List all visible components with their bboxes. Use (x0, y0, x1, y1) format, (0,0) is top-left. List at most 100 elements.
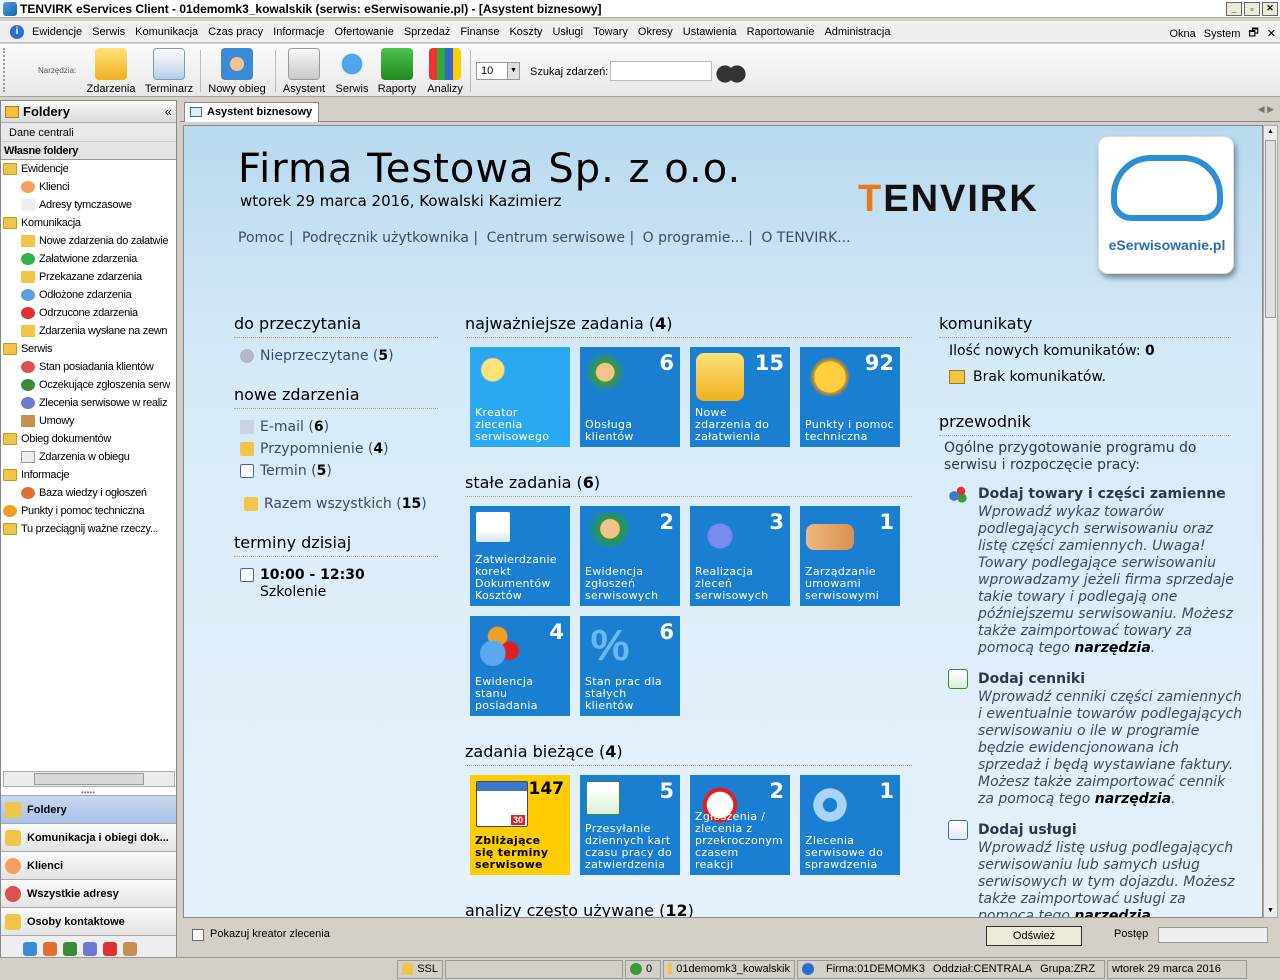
service-button[interactable]: Serwis (334, 48, 370, 95)
today-event[interactable]: 10:00 - 12:30 (240, 567, 365, 583)
menu-item[interactable]: Informacje (268, 26, 329, 38)
tree-item[interactable]: Zdarzenia w obiegu (21, 448, 130, 466)
tile-daily-time-cards[interactable]: 5 Przesyłanie dziennych kart czasu pracy… (580, 775, 680, 875)
tile-customer-service[interactable]: 6 Obsługa klientów (580, 347, 680, 447)
refresh-icon[interactable] (63, 941, 77, 956)
tile-service-orders[interactable]: 3 Realizacja zleceń serwisowych (690, 506, 790, 606)
tile-orders-to-check[interactable]: 1 Zlecenia serwisowe do sprawdzenia (800, 775, 900, 875)
windows-menu[interactable]: Okna (1169, 28, 1195, 40)
menu-item[interactable]: Finanse (455, 26, 504, 38)
analysis-button[interactable]: Analizy (424, 48, 466, 95)
maximize-icon[interactable]: ▫ (1244, 1, 1260, 16)
system-menu[interactable]: System (1204, 28, 1241, 40)
tree-item[interactable]: Serwis (3, 340, 53, 358)
menu-item[interactable]: Administracja (819, 26, 895, 38)
refresh-button[interactable]: Odśwież (986, 926, 1082, 946)
tool-link[interactable]: narzędzia (1095, 791, 1171, 807)
tree-item[interactable]: Zdarzenia wysłane na zewn (21, 322, 168, 340)
about-link[interactable]: O programie... | (643, 230, 753, 246)
scroll-thumb[interactable] (1265, 140, 1276, 318)
menu-item[interactable]: Czas pracy (203, 26, 268, 38)
tree-item[interactable]: Obieg dokumentów (3, 430, 111, 448)
nav-communication[interactable]: Komunikacja i obiegi dok... (1, 823, 176, 851)
events-button[interactable]: Zdarzenia (86, 48, 136, 95)
menu-item[interactable]: Ustawienia (678, 26, 742, 38)
count-select[interactable]: 10 ▼ (476, 62, 520, 80)
email-item[interactable]: E-mail (6) (240, 419, 329, 435)
tool-link[interactable]: narzędzia (1074, 640, 1150, 656)
tree-item[interactable]: Umowy (21, 412, 74, 430)
binoculars-icon[interactable] (716, 56, 746, 86)
mdi-restore-icon[interactable]: 🗗 (1248, 24, 1258, 43)
about-tenvirk-link[interactable]: O TENVIRK... (761, 230, 850, 246)
menu-item[interactable]: Serwis (87, 26, 130, 38)
toolbar-grip[interactable] (3, 48, 7, 92)
tree-item[interactable]: Odrzucone zdarzenia (21, 304, 138, 322)
tree-item[interactable]: Baza wiedzy i ogłoszeń (21, 484, 147, 502)
scroll-thumb[interactable] (34, 773, 144, 785)
tree-item[interactable]: Oczekujące zgłoszenia serw (21, 376, 170, 394)
tile-possession-records[interactable]: 4 Ewidencja stanu posiadania (470, 616, 570, 716)
tile-service-wizard[interactable]: Kreator zlecenia serwisowego (470, 347, 570, 447)
tree-item[interactable]: Adresy tymczasowe (21, 196, 132, 214)
chevron-down-icon[interactable]: ▼ (507, 63, 519, 79)
tile-new-events[interactable]: 15 Nowe zdarzenia do załatwienia (690, 347, 790, 447)
reports-button[interactable]: Raporty (376, 48, 418, 95)
tree-item[interactable]: Zlecenia serwisowe w realiz (21, 394, 168, 412)
tile-upcoming-deadlines[interactable]: 30 147 Zbliżające się terminy serwisowe (470, 775, 570, 875)
new-flow-button[interactable]: Nowy obieg (206, 48, 268, 95)
checklist-icon[interactable] (103, 941, 117, 956)
search-events-input[interactable] (610, 61, 712, 81)
tile-service-contracts[interactable]: 1 Zarządzanie umowami serwisowymi (800, 506, 900, 606)
reminder-item[interactable]: Przypomnienie (4) (240, 441, 389, 457)
unread-item[interactable]: Nieprzeczytane (5) (240, 348, 394, 364)
menu-item[interactable]: Ewidencje (27, 26, 87, 38)
menu-item[interactable]: Raportowanie (742, 26, 820, 38)
menu-item[interactable]: Okresy (633, 26, 678, 38)
tree-item[interactable]: Klienci (21, 178, 70, 196)
term-item[interactable]: Termin (5) (240, 463, 332, 479)
total-item[interactable]: Razem wszystkich (15) (244, 496, 427, 512)
manual-link[interactable]: Podręcznik użytkownika | (302, 230, 478, 246)
mdi-close-icon[interactable]: ✕ (1267, 27, 1276, 40)
tree-item[interactable]: Załatwione zdarzenia (21, 250, 137, 268)
menu-item[interactable]: Komunikacja (130, 26, 203, 38)
menu-item[interactable]: Usługi (547, 26, 588, 38)
show-wizard-checkbox[interactable] (192, 929, 204, 941)
network-icon[interactable] (83, 941, 97, 956)
tree-item[interactable]: Przekazane zdarzenia (21, 268, 142, 286)
tree-item[interactable]: Odłożone zdarzenia (21, 286, 132, 304)
menu-item[interactable]: Ofertowanie (330, 26, 399, 38)
collapse-icon[interactable]: « (165, 104, 172, 119)
central-data-item[interactable]: Dane centrali (1, 123, 176, 142)
tile-reaction-time-exceeded[interactable]: 2 Zgłoszenia / zlecenia z przekroczonym … (690, 775, 790, 875)
close-icon[interactable]: ✕ (1262, 1, 1278, 16)
tools-icon[interactable] (43, 941, 57, 956)
own-folders-header[interactable]: Własne foldery (1, 142, 176, 160)
tree-item[interactable]: Informacje (3, 466, 70, 484)
tree-item[interactable]: Komunikacja (3, 214, 81, 232)
sidebar-hscroll[interactable] (3, 771, 175, 787)
menu-item[interactable]: Towary (588, 26, 633, 38)
tile-regular-clients-work[interactable]: % 6 Stan prac dla stałych klientów (580, 616, 680, 716)
tool-link[interactable]: narzędzia (1074, 908, 1150, 917)
nav-contacts[interactable]: Osoby kontaktowe (1, 907, 176, 935)
minimize-icon[interactable]: _ (1226, 1, 1242, 16)
main-vscroll[interactable]: ▲ ▼ (1263, 125, 1278, 918)
nav-all-addresses[interactable]: Wszystkie adresy (1, 879, 176, 907)
tile-support-points[interactable]: 92 Punkty i pomoc techniczna (800, 347, 900, 447)
calendar-button[interactable]: Terminarz (144, 48, 194, 95)
service-center-link[interactable]: Centrum serwisowe | (487, 230, 635, 246)
nav-clients[interactable]: Klienci (1, 851, 176, 879)
menu-item[interactable]: Sprzedaż (399, 26, 455, 38)
tree-item[interactable]: Stan posiadania klientów (21, 358, 154, 376)
nav-folders[interactable]: Foldery (1, 795, 176, 823)
info-icon[interactable]: i (10, 24, 24, 39)
scroll-up-icon[interactable]: ▲ (1265, 126, 1276, 138)
tab-scroll-arrows[interactable]: ◀ ▶ (1258, 104, 1274, 115)
tree-item[interactable]: Ewidencje (3, 160, 69, 178)
tree-item[interactable]: Nowe zdarzenia do załatwie (21, 232, 168, 250)
menu-item[interactable]: Koszty (504, 26, 547, 38)
tree-item[interactable]: Punkty i pomoc techniczna (3, 502, 145, 520)
tab-business-assistant[interactable]: Asystent biznesowy (184, 102, 320, 122)
